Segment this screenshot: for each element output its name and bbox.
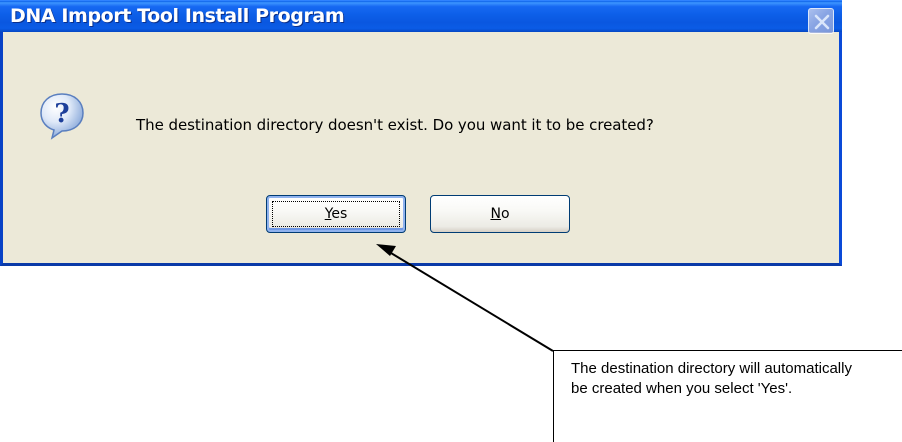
screenshot: { "dialog": { "title": "DNA Import Tool … [0,0,902,442]
annotation-callout: The destination directory will automatic… [553,350,902,442]
arrow-icon [376,244,554,352]
annotation-text: The destination directory will automatic… [571,360,852,397]
